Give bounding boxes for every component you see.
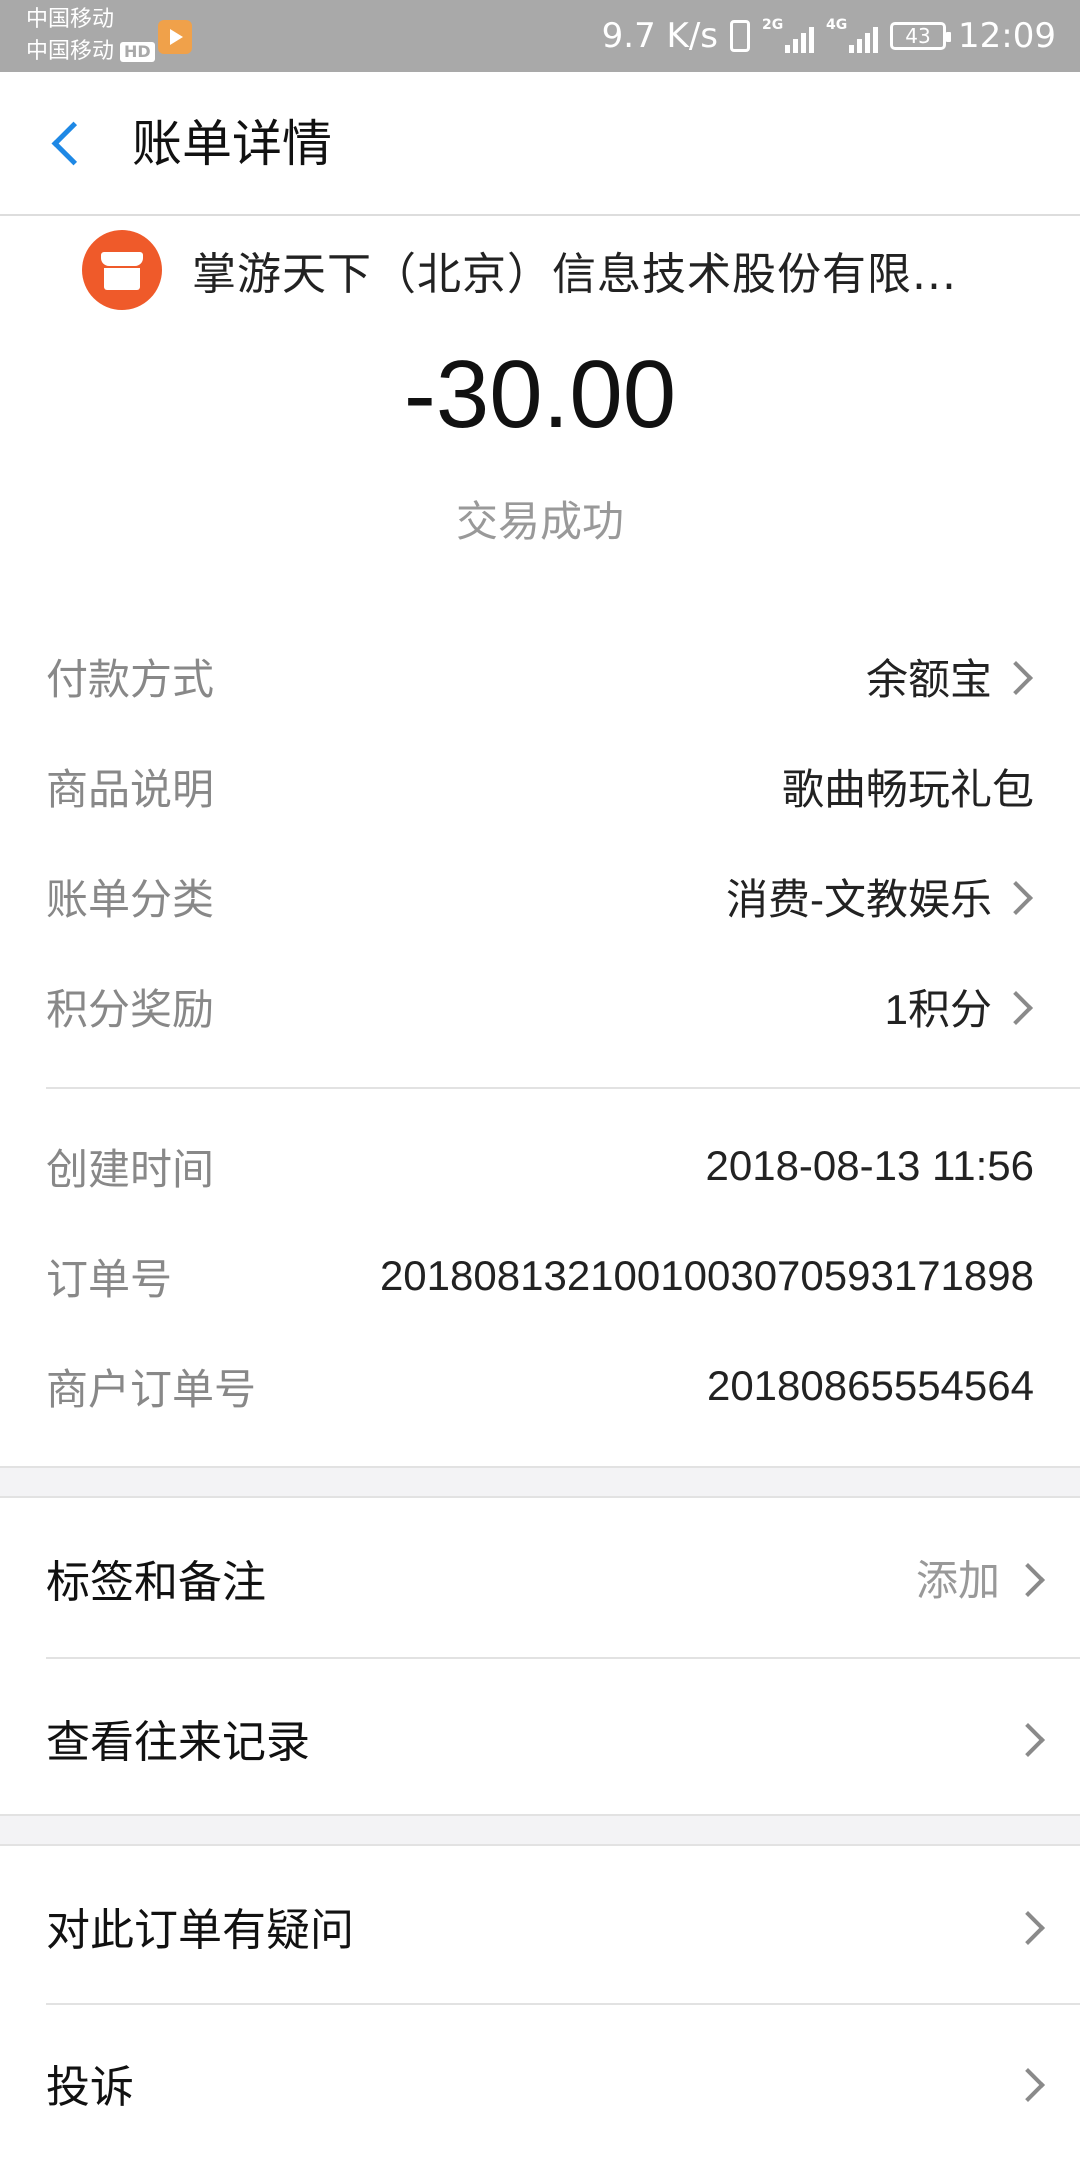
merchant-order-number-label: 商户订单号 (46, 1364, 257, 1414)
carrier-info: 中国移动 中国移动 HD (26, 4, 155, 68)
store-icon (82, 230, 162, 310)
hd-badge: HD (120, 42, 155, 62)
merchant-order-number-value: 20180865554564 (706, 1362, 1034, 1409)
row-separator (46, 1657, 1080, 1659)
payment-method-value: 余额宝 (865, 655, 992, 703)
created-time-row: 创建时间 2018-08-13 11:56 (46, 1116, 1034, 1216)
video-app-icon (158, 20, 192, 54)
signal-2g-icon: 2G (762, 17, 815, 53)
battery-icon: 43 (890, 22, 952, 50)
order-number-row: 订单号 2018081321001003070593171898 (46, 1226, 1034, 1326)
section-gap (0, 1814, 1080, 1846)
product-desc-row: 商品说明 歌曲畅玩礼包 (46, 736, 1034, 836)
created-time-label: 创建时间 (46, 1144, 215, 1194)
chevron-right-icon (1014, 2063, 1046, 2103)
view-history-row[interactable]: 查看往来记录 (46, 1660, 1046, 1815)
chevron-right-icon (1002, 656, 1034, 696)
merchant-info: 掌游天下（北京）信息技术股份有限... (82, 228, 957, 312)
order-question-label: 对此订单有疑问 (46, 1904, 354, 1956)
bill-category-label: 账单分类 (46, 874, 215, 924)
chevron-right-icon (1014, 1906, 1046, 1946)
bill-category-row[interactable]: 账单分类 消费-文教娱乐 (46, 846, 1034, 946)
points-reward-row[interactable]: 积分奖励 1积分 (46, 956, 1034, 1056)
carrier-1: 中国移动 (26, 7, 115, 32)
page-title: 账单详情 (132, 115, 332, 173)
divider (46, 1087, 1080, 1089)
net-speed: 9.7 K/s (601, 16, 719, 56)
chevron-right-icon (1014, 1718, 1046, 1758)
points-reward-label: 积分奖励 (46, 984, 215, 1034)
status-bar: 中国移动 中国移动 HD 9.7 K/s 2G 4G 43 12:09 (0, 0, 1080, 72)
payment-method-row[interactable]: 付款方式 余额宝 (46, 626, 1034, 726)
net-label-4g: 4G (826, 17, 848, 33)
amount: -30.00 (403, 341, 677, 448)
section-gap (0, 1466, 1080, 1498)
chevron-right-icon (1014, 1558, 1046, 1598)
chevron-right-icon (1002, 986, 1034, 1026)
order-number-value: 2018081321001003070593171898 (379, 1252, 1034, 1299)
product-desc-label: 商品说明 (46, 764, 215, 814)
bill-category-value: 消费-文教娱乐 (726, 875, 992, 923)
chevron-right-icon (1002, 876, 1034, 916)
nav-header: 账单详情 (0, 72, 1080, 216)
trade-status: 交易成功 (455, 497, 624, 546)
created-time-value: 2018-08-13 11:56 (705, 1142, 1035, 1189)
tags-notes-row[interactable]: 标签和备注 添加 (46, 1500, 1046, 1655)
tags-notes-add: 添加 (915, 1556, 1000, 1605)
status-right: 9.7 K/s 2G 4G 43 12:09 (602, 0, 1056, 72)
merchant-name: 掌游天下（北京）信息技术股份有限... (192, 249, 957, 300)
complain-row[interactable]: 投诉 (46, 2005, 1046, 2160)
battery-level: 43 (905, 24, 931, 48)
view-history-label: 查看往来记录 (46, 1716, 310, 1768)
complain-label: 投诉 (46, 2061, 134, 2113)
net-label-2g: 2G (762, 17, 784, 33)
back-arrow-icon[interactable] (40, 114, 100, 174)
clock: 12:09 (958, 16, 1056, 56)
tags-notes-label: 标签和备注 (46, 1556, 266, 1608)
payment-method-label: 付款方式 (46, 654, 215, 704)
product-desc-value: 歌曲畅玩礼包 (781, 765, 1034, 813)
order-number-label: 订单号 (46, 1254, 173, 1304)
vibrate-icon (730, 20, 751, 52)
carrier-2: 中国移动 (26, 39, 115, 64)
order-question-row[interactable]: 对此订单有疑问 (46, 1848, 1046, 2003)
signal-4g-icon: 4G (826, 17, 879, 53)
points-reward-value: 1积分 (884, 985, 992, 1033)
merchant-order-number-row: 商户订单号 20180865554564 (46, 1336, 1034, 1436)
